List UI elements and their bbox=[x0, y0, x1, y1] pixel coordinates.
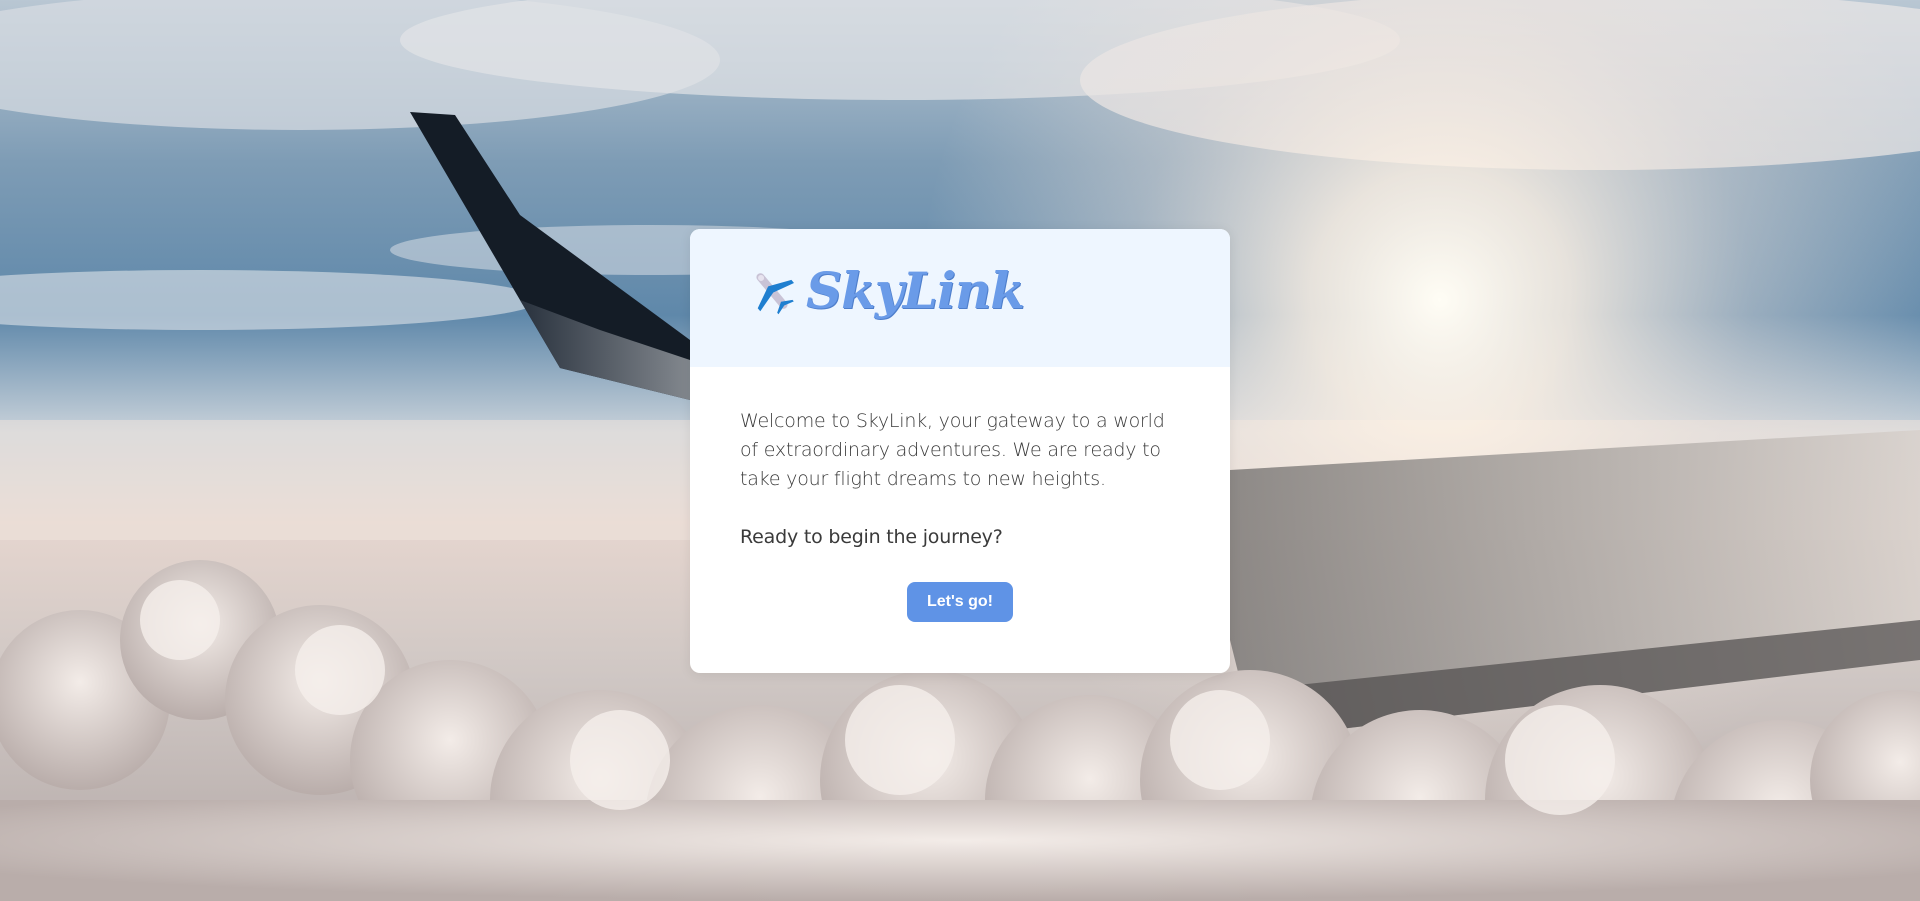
lets-go-button[interactable]: Let's go! bbox=[906, 582, 1014, 622]
card-body: Welcome to SkyLink, your gateway to a wo… bbox=[690, 367, 1230, 622]
skylink-logo: SkyLink bbox=[746, 261, 1025, 320]
journey-question: Ready to begin the journey? bbox=[740, 526, 1003, 548]
card-header: SkyLink bbox=[690, 229, 1230, 367]
welcome-page: SkyLink Welcome to SkyLink, your gateway… bbox=[0, 0, 1920, 901]
welcome-message: Welcome to SkyLink, your gateway to a wo… bbox=[740, 410, 1165, 490]
airplane-icon bbox=[756, 273, 794, 315]
button-container: Let's go! bbox=[740, 582, 1180, 622]
brand-name: SkyLink bbox=[806, 261, 1025, 320]
welcome-card: SkyLink Welcome to SkyLink, your gateway… bbox=[690, 229, 1230, 673]
